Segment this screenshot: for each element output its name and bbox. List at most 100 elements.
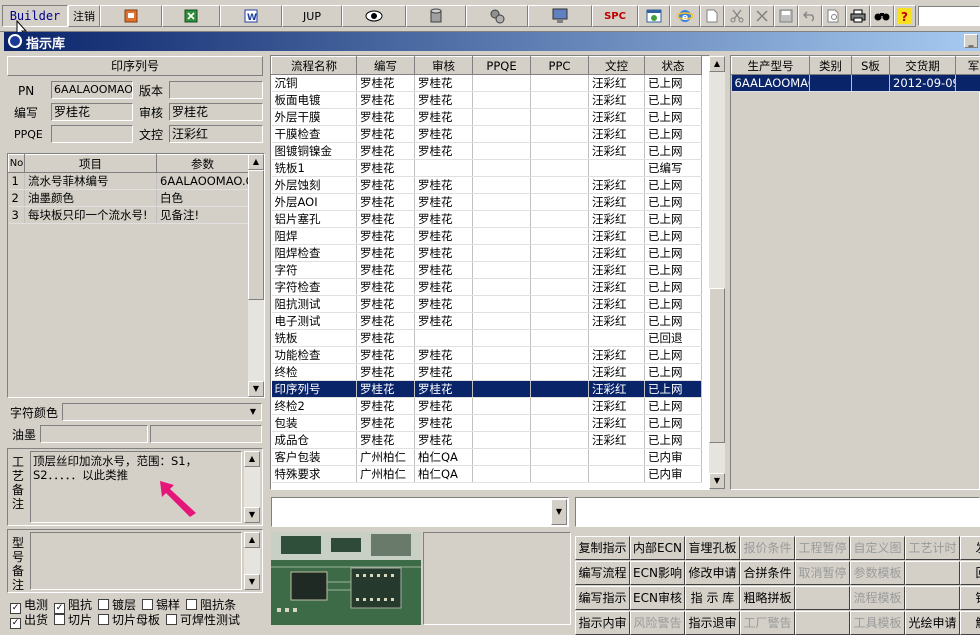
checkbox-item[interactable]: 阻抗条 <box>186 598 236 612</box>
param-col-item[interactable]: 项目 <box>25 155 157 173</box>
process-row[interactable]: 成品仓罗桂花罗桂花汪彩红已上网 <box>272 432 702 449</box>
process-row[interactable]: 板面电镀罗桂花罗桂花汪彩红已上网 <box>272 92 702 109</box>
char-color-chevron-down-icon[interactable]: ▼ <box>246 405 260 419</box>
ppqe-field[interactable] <box>51 125 133 143</box>
action-button[interactable]: 回退 <box>960 561 980 585</box>
chevron-down-icon[interactable]: ▼ <box>551 499 567 525</box>
process-col-header[interactable]: PPQE <box>473 57 531 75</box>
preview-button[interactable] <box>822 5 846 27</box>
powerpoint-button[interactable] <box>100 5 162 27</box>
action-button[interactable]: ECN影响 <box>630 561 685 585</box>
process-row[interactable]: 外层蚀刻罗桂花罗桂花汪彩红已上网 <box>272 177 702 194</box>
ink-field-1[interactable] <box>40 425 148 443</box>
model-note-text[interactable] <box>30 532 242 590</box>
close-x-button[interactable] <box>750 5 774 27</box>
minimize-button[interactable]: _ <box>964 34 978 48</box>
help-button[interactable]: ? <box>894 5 916 27</box>
scroll-down-icon[interactable]: ▼ <box>709 473 725 489</box>
checkbox-unchecked-icon[interactable] <box>98 614 109 625</box>
pn-field[interactable]: 6AALAOOMAO <box>51 81 133 99</box>
param-row[interactable]: 1流水号菲林编号6AALAOOMAO.CSLS <box>9 173 249 190</box>
jup-button[interactable]: JUP <box>282 5 342 27</box>
excel-button[interactable] <box>162 5 220 27</box>
undo-button[interactable] <box>798 5 822 27</box>
process-table-scrollbar[interactable]: ▲ ▼ <box>709 56 725 489</box>
param-scrollbar[interactable]: ▲ ▼ <box>248 154 264 397</box>
process-row[interactable]: 沉铜罗桂花罗桂花汪彩红已上网 <box>272 75 702 92</box>
cut-button[interactable] <box>724 5 750 27</box>
reviewer-field[interactable]: 罗桂花 <box>169 103 263 121</box>
scroll-up-icon[interactable]: ▲ <box>244 451 260 467</box>
param-col-value[interactable]: 参数 <box>157 155 249 173</box>
process-row[interactable]: 外层AOI罗桂花罗桂花汪彩红已上网 <box>272 194 702 211</box>
action-button[interactable]: 合拼条件 <box>740 561 795 585</box>
version-field[interactable] <box>169 81 263 99</box>
process-col-header[interactable]: 状态 <box>645 57 702 75</box>
process-row[interactable]: 阻抗测试罗桂花罗桂花汪彩红已上网 <box>272 296 702 313</box>
process-row[interactable]: 干膜检查罗桂花罗桂花汪彩红已上网 <box>272 126 702 143</box>
action-button[interactable]: 内部ECN <box>630 536 685 560</box>
author-field[interactable]: 罗桂花 <box>51 103 133 121</box>
toolbar-search-box[interactable] <box>918 6 980 26</box>
scroll-down-icon[interactable]: ▼ <box>248 381 264 397</box>
process-col-header[interactable]: 流程名称 <box>272 57 357 75</box>
process-row[interactable]: 字符检查罗桂花罗桂花汪彩红已上网 <box>272 279 702 296</box>
action-button[interactable]: 修改申请 <box>685 561 740 585</box>
model-col-header[interactable]: S板 <box>852 57 890 75</box>
new-doc-button[interactable] <box>700 5 724 27</box>
scroll-up-icon[interactable]: ▲ <box>709 56 725 72</box>
process-row[interactable]: 阻焊检查罗桂花罗桂花汪彩红已上网 <box>272 245 702 262</box>
tools-button[interactable] <box>466 5 528 27</box>
builder-button[interactable]: Builder <box>2 5 68 27</box>
process-row[interactable]: 铣板1罗桂花已编写 <box>272 160 702 177</box>
action-button[interactable]: 编写指示 <box>575 586 630 610</box>
action-button[interactable]: 光绘申请 <box>905 611 960 635</box>
print-button[interactable] <box>846 5 870 27</box>
model-col-header[interactable]: 军 <box>956 57 980 75</box>
param-col-no[interactable]: No <box>9 155 25 173</box>
process-row[interactable]: 图镀铜镍金罗桂花罗桂花汪彩红已上网 <box>272 143 702 160</box>
process-row[interactable]: 阻焊罗桂花罗桂花汪彩红已上网 <box>272 228 702 245</box>
spc-button[interactable]: SPC <box>592 5 638 27</box>
process-row[interactable]: 终检2罗桂花罗桂花汪彩红已上网 <box>272 398 702 415</box>
scroll-up-icon[interactable]: ▲ <box>244 532 260 548</box>
browser-button[interactable] <box>638 5 670 27</box>
process-row[interactable]: 印序列号罗桂花罗桂花汪彩红已上网 <box>272 381 702 398</box>
bottom-left-combo[interactable]: ▼ <box>271 497 569 527</box>
process-row[interactable]: 包装罗桂花罗桂花汪彩红已上网 <box>272 415 702 432</box>
scroll-down-icon[interactable]: ▼ <box>244 507 260 523</box>
action-button[interactable]: 盲埋孔板 <box>685 536 740 560</box>
action-button[interactable]: 编写流程 <box>575 561 630 585</box>
model-row[interactable]: 6AALAOOMAO2012-09-09 <box>732 75 980 92</box>
find-button[interactable] <box>870 5 894 27</box>
char-color-select[interactable] <box>62 403 262 421</box>
process-col-header[interactable]: PPC <box>531 57 589 75</box>
ink-field-2[interactable] <box>150 425 262 443</box>
process-row[interactable]: 铣板罗桂花已回退 <box>272 330 702 347</box>
action-button[interactable]: 指示内审 <box>575 611 630 635</box>
checkbox-unchecked-icon[interactable] <box>54 614 65 625</box>
model-col-header[interactable]: 生产型号 <box>732 57 810 75</box>
checkbox-item[interactable]: ✓电测 <box>10 598 48 612</box>
bottom-right-input[interactable] <box>575 497 980 527</box>
process-col-header[interactable]: 文控 <box>589 57 645 75</box>
process-row[interactable]: 电子测试罗桂花罗桂花汪彩红已上网 <box>272 313 702 330</box>
database-button[interactable] <box>406 5 466 27</box>
process-row[interactable]: 终检罗桂花罗桂花汪彩红已上网 <box>272 364 702 381</box>
process-row[interactable]: 客户包装广州柏仁柏仁QA已内审 <box>272 449 702 466</box>
checkbox-unchecked-icon[interactable] <box>186 599 197 610</box>
checkbox-unchecked-icon[interactable] <box>98 599 109 610</box>
eye-button[interactable] <box>342 5 406 27</box>
checkbox-item[interactable]: 锡样 <box>142 598 180 612</box>
action-button[interactable]: 发送 <box>960 536 980 560</box>
action-button[interactable]: 复制指示 <box>575 536 630 560</box>
ie-button[interactable]: e <box>670 5 700 27</box>
action-button[interactable]: 锁住 <box>960 586 980 610</box>
process-col-header[interactable]: 审核 <box>415 57 473 75</box>
action-button[interactable]: 解锁 <box>960 611 980 635</box>
process-row[interactable]: 功能检查罗桂花罗桂花汪彩红已上网 <box>272 347 702 364</box>
process-col-header[interactable]: 编写 <box>357 57 415 75</box>
param-row[interactable]: 2油墨颜色白色 <box>9 190 249 207</box>
doc-control-field[interactable]: 汪彩红 <box>169 125 263 143</box>
checkbox-item[interactable]: 镀层 <box>98 598 136 612</box>
